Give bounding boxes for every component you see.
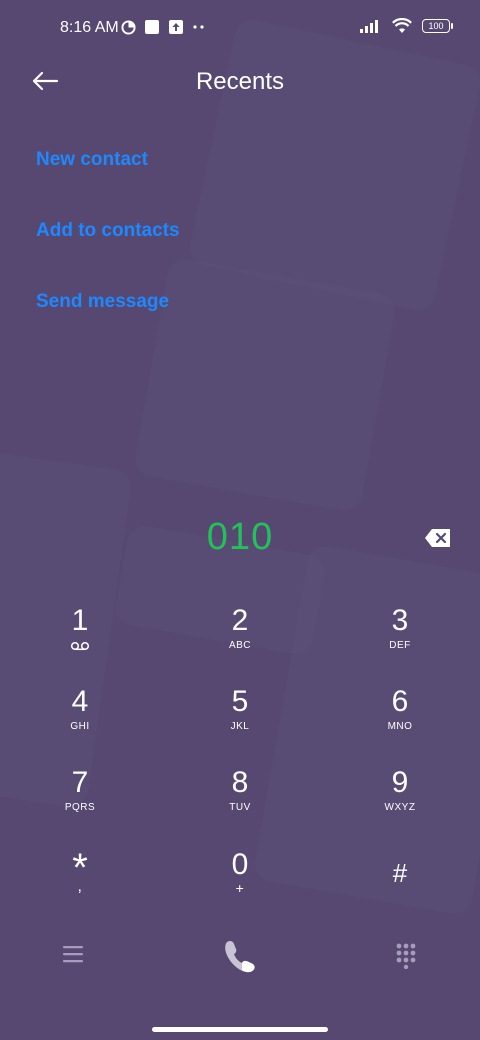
status-time: 8:16 AM (60, 19, 119, 36)
key-0[interactable]: 0 + (180, 848, 300, 920)
key-digit: 4 (71, 685, 89, 718)
key-hash[interactable]: # (340, 856, 460, 928)
key-digit: 6 (391, 685, 409, 718)
key-digit: 1 (71, 604, 89, 637)
dialpad-icon[interactable] (396, 943, 416, 969)
key-digit: 9 (391, 766, 409, 799)
page-title: Recents (195, 68, 285, 95)
wifi-icon (392, 18, 412, 33)
bg-shape (132, 256, 398, 514)
key-digit: 3 (391, 604, 409, 637)
status-icons-right: 100 (360, 18, 453, 34)
key-letters: + (235, 880, 245, 896)
add-to-contacts-link[interactable]: Add to contacts (36, 220, 180, 242)
new-contact-link[interactable]: New contact (36, 149, 148, 171)
key-digit: 5 (231, 685, 249, 718)
key-letters: WXYZ (384, 802, 416, 813)
voicemail-icon (70, 641, 90, 651)
key-letters: TUV (229, 802, 251, 813)
key-9[interactable]: 9 WXYZ (340, 766, 460, 838)
upload-icon (169, 20, 183, 34)
battery-icon: 100 (422, 19, 453, 33)
dialed-number: 010 (206, 516, 274, 558)
key-letters: GHI (70, 721, 90, 732)
key-7[interactable]: 7 PQRS (20, 766, 140, 838)
key-4[interactable]: 4 GHI (20, 685, 140, 757)
key-letters: PQRS (64, 802, 96, 813)
key-letters: MNO (387, 721, 413, 732)
key-1[interactable]: 1 (20, 604, 140, 676)
backspace-icon[interactable] (424, 527, 452, 549)
key-digit: 7 (71, 766, 89, 799)
key-digit: 8 (231, 766, 249, 799)
key-8[interactable]: 8 TUV (180, 766, 300, 838)
key-letters: ABC (228, 640, 252, 651)
key-2[interactable]: 2 ABC (180, 604, 300, 676)
key-letters: DEF (389, 640, 411, 651)
call-icon[interactable] (222, 938, 258, 974)
data-saver-icon (121, 19, 136, 35)
key-digit: # (392, 858, 408, 888)
key-digit: 2 (231, 604, 249, 637)
key-6[interactable]: 6 MNO (340, 685, 460, 757)
signal-icon (360, 20, 378, 33)
send-message-link[interactable]: Send message (36, 291, 169, 313)
key-star[interactable]: * , (20, 848, 140, 924)
menu-icon[interactable] (63, 945, 83, 963)
key-letters: JKL (230, 721, 250, 732)
square-notification-icon (145, 20, 159, 34)
key-5[interactable]: 5 JKL (180, 685, 300, 757)
home-indicator[interactable] (152, 1027, 328, 1032)
more-dots-icon (193, 25, 204, 29)
key-digit: 0 (231, 848, 249, 881)
status-bar: 8:16 AM 100 (0, 0, 480, 56)
key-3[interactable]: 3 DEF (340, 604, 460, 676)
key-letters: , (77, 878, 83, 895)
header: Recents (0, 56, 480, 108)
status-icons-left (121, 19, 206, 35)
